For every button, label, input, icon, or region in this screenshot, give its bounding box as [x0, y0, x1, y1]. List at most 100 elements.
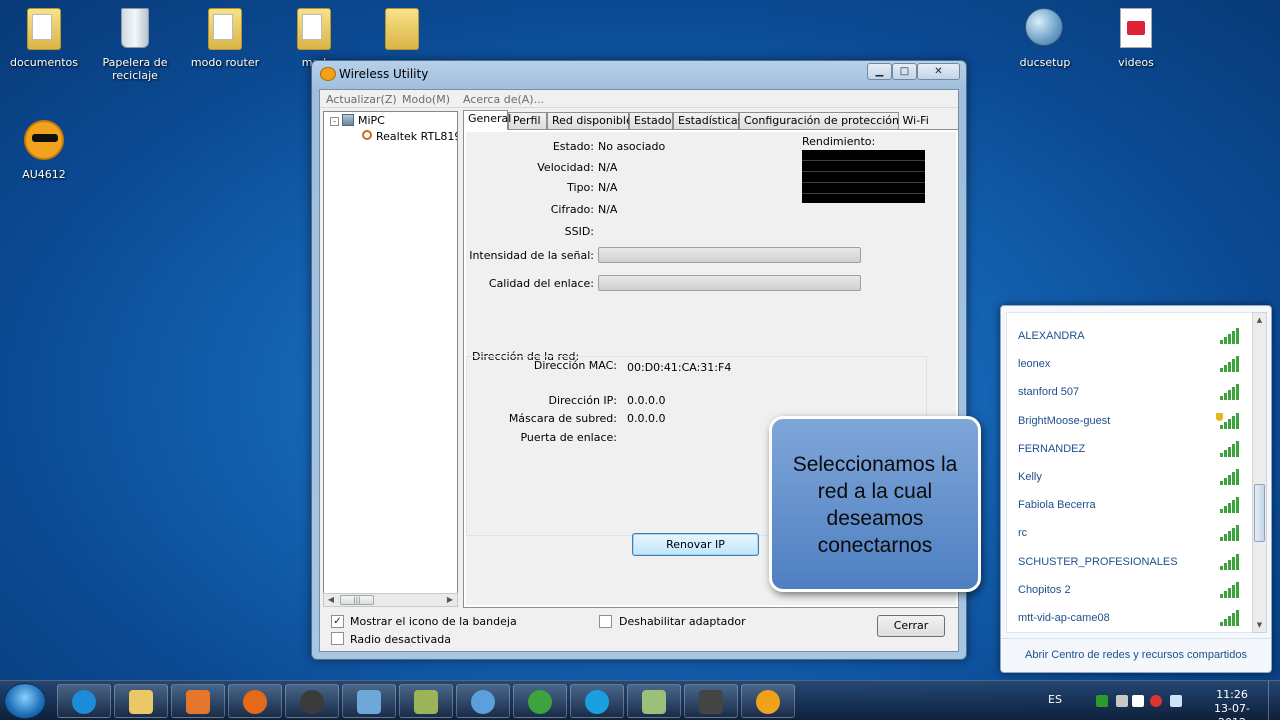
taskbar-firefox[interactable] — [228, 684, 282, 718]
menu-acerca[interactable]: Acerca de(A)... — [463, 93, 544, 106]
tree-collapse-toggle[interactable]: - — [330, 117, 339, 126]
wifi-network-item[interactable]: mtt-vid-ap-came08 — [1007, 603, 1252, 631]
desktop-icon-documentos[interactable]: documentos — [4, 8, 84, 69]
calidad-label: Calidad del enlace: — [488, 277, 594, 290]
tab-estadisticas[interactable]: Estadísticas — [673, 112, 743, 129]
cifrado-value: N/A — [598, 203, 618, 216]
desktop-icon-papelera[interactable]: Papelera de reciclaje — [95, 8, 175, 82]
computer-icon — [342, 114, 354, 126]
wifi-network-item[interactable]: Kelly — [1007, 462, 1252, 490]
disable-adapter-checkbox[interactable] — [599, 615, 612, 628]
tab-estado[interactable]: Estado — [629, 112, 673, 129]
scroll-up-icon[interactable]: ▲ — [1253, 313, 1266, 327]
flag-icon[interactable] — [1116, 695, 1128, 707]
taskbar-safari[interactable] — [456, 684, 510, 718]
volume-muted-icon[interactable] — [1150, 695, 1162, 707]
wifi-network-item[interactable]: ALEXANDRA — [1007, 321, 1252, 349]
wifi-network-item[interactable]: Chopitos 2 — [1007, 575, 1252, 603]
tab-general[interactable]: General — [463, 110, 511, 130]
scroll-left-icon[interactable]: ◀ — [324, 594, 338, 606]
show-tray-icon-checkbox[interactable]: ✓ — [331, 615, 344, 628]
wifi-network-item[interactable]: rc — [1007, 518, 1252, 546]
estado-value: No asociado — [598, 140, 666, 153]
show-tray-icon-label: Mostrar el icono de la bandeja — [350, 615, 517, 628]
minimize-button[interactable]: ▁ — [867, 63, 892, 80]
close-dialog-button[interactable]: Cerrar — [877, 615, 945, 637]
scroll-right-icon[interactable]: ▶ — [443, 594, 457, 606]
velocidad-label: Velocidad: — [537, 161, 594, 174]
wireless-utility-icon — [320, 67, 336, 81]
power-icon[interactable] — [1132, 695, 1144, 707]
wifi-network-name: Chopitos 2 — [1018, 583, 1071, 596]
language-indicator[interactable]: ES — [1048, 693, 1062, 706]
tab-proteccion-wifi[interactable]: Configuración de protección Wi-Fi — [739, 112, 929, 129]
wifi-signal-icon — [1220, 553, 1242, 570]
wifi-signal-icon — [1220, 525, 1242, 542]
show-desktop-button[interactable] — [1268, 681, 1280, 720]
scroll-thumb[interactable]: ||| — [340, 595, 374, 605]
clock[interactable]: 11:26 13-07-2012 — [1202, 688, 1262, 720]
recycle-bin-icon — [115, 8, 155, 52]
taskbar-wireless-utility[interactable] — [741, 684, 795, 718]
wifi-signal-icon[interactable] — [1170, 695, 1182, 707]
clock-time: 11:26 — [1216, 688, 1248, 701]
wifi-network-item[interactable]: FERNANDEZ — [1007, 434, 1252, 462]
scroll-down-icon[interactable]: ▼ — [1253, 618, 1266, 632]
tree-node-adapter[interactable]: Realtek RTL819 — [376, 130, 457, 143]
tab-red-disponible[interactable]: Red disponible — [547, 112, 633, 129]
wifi-network-item[interactable]: SCHUSTER_PROFESIONALES — [1007, 547, 1252, 575]
taskbar-users[interactable] — [342, 684, 396, 718]
wifi-signal-icon — [1220, 356, 1242, 373]
wifi-list-scrollbar[interactable]: ▲ ▼ — [1252, 312, 1267, 633]
folder-icon — [24, 8, 64, 52]
tab-perfil[interactable]: Perfil — [508, 112, 547, 129]
menu-actualizar[interactable]: Actualizar(Z) — [326, 93, 397, 106]
wifi-network-item[interactable]: BrightMoose-guest — [1007, 406, 1252, 434]
taskbar-media-player[interactable] — [171, 684, 225, 718]
wifi-network-name: ALEXANDRA — [1018, 330, 1085, 342]
wifi-network-item[interactable]: leonex — [1007, 349, 1252, 377]
taskbar-notes[interactable] — [627, 684, 681, 718]
scroll-thumb[interactable] — [1254, 484, 1265, 542]
tipo-label: Tipo: — [567, 181, 594, 194]
wifi-signal-icon — [1220, 610, 1242, 626]
taskbar-hp[interactable] — [285, 684, 339, 718]
desktop-icon-folder[interactable] — [362, 8, 442, 56]
close-button[interactable]: ✕ — [917, 63, 960, 80]
wifi-signal-icon — [1220, 328, 1242, 344]
desktop-icon-au4612[interactable]: AU4612 — [4, 120, 84, 181]
taskbar-utorrent[interactable] — [513, 684, 567, 718]
taskbar-camera[interactable] — [684, 684, 738, 718]
folder-icon — [294, 8, 334, 52]
desktop-icon-videos[interactable]: videos — [1096, 8, 1176, 69]
disable-adapter-label: Deshabilitar adaptador — [619, 615, 746, 628]
wifi-network-item[interactable]: Fabiola Becerra — [1007, 490, 1252, 518]
menu-modo[interactable]: Modo(M) — [402, 93, 450, 106]
tree-node-mipc[interactable]: MiPC — [358, 114, 385, 127]
velocidad-value: N/A — [598, 161, 618, 174]
ip-label: Dirección IP: — [548, 394, 617, 407]
open-network-center-link[interactable]: Abrir Centro de redes y recursos compart… — [1001, 638, 1271, 672]
start-orb-icon[interactable] — [4, 683, 46, 719]
taskbar-internet-explorer[interactable] — [57, 684, 111, 718]
tree-horizontal-scrollbar[interactable]: ◀ ||| ▶ — [323, 593, 458, 607]
desktop-icon-label: documentos — [10, 56, 78, 69]
desktop-icon-ducsetup[interactable]: ducsetup — [1005, 8, 1085, 69]
maximize-button[interactable]: □ — [892, 63, 917, 80]
intensidad-label: Intensidad de la señal: — [469, 249, 594, 262]
title-bar[interactable]: Wireless Utility ▁ □ ✕ — [312, 61, 966, 87]
mac-label: Dirección MAC: — [533, 359, 617, 372]
safari-icon — [471, 690, 495, 714]
taskbar-explorer[interactable] — [114, 684, 168, 718]
utorrent-icon — [528, 690, 552, 714]
shield-icon[interactable] — [1096, 695, 1108, 707]
mac-value: 00:D0:41:CA:31:F4 — [627, 361, 732, 374]
network-adapter-icon — [362, 130, 372, 140]
radio-off-checkbox[interactable] — [331, 632, 344, 645]
renew-ip-button[interactable]: Renovar IP — [632, 533, 759, 556]
link-quality-bar — [598, 275, 861, 291]
desktop-icon-modo-router[interactable]: modo router — [185, 8, 265, 69]
taskbar-skype[interactable] — [570, 684, 624, 718]
wifi-network-item[interactable]: stanford 507 — [1007, 377, 1252, 405]
taskbar-network-tool[interactable] — [399, 684, 453, 718]
